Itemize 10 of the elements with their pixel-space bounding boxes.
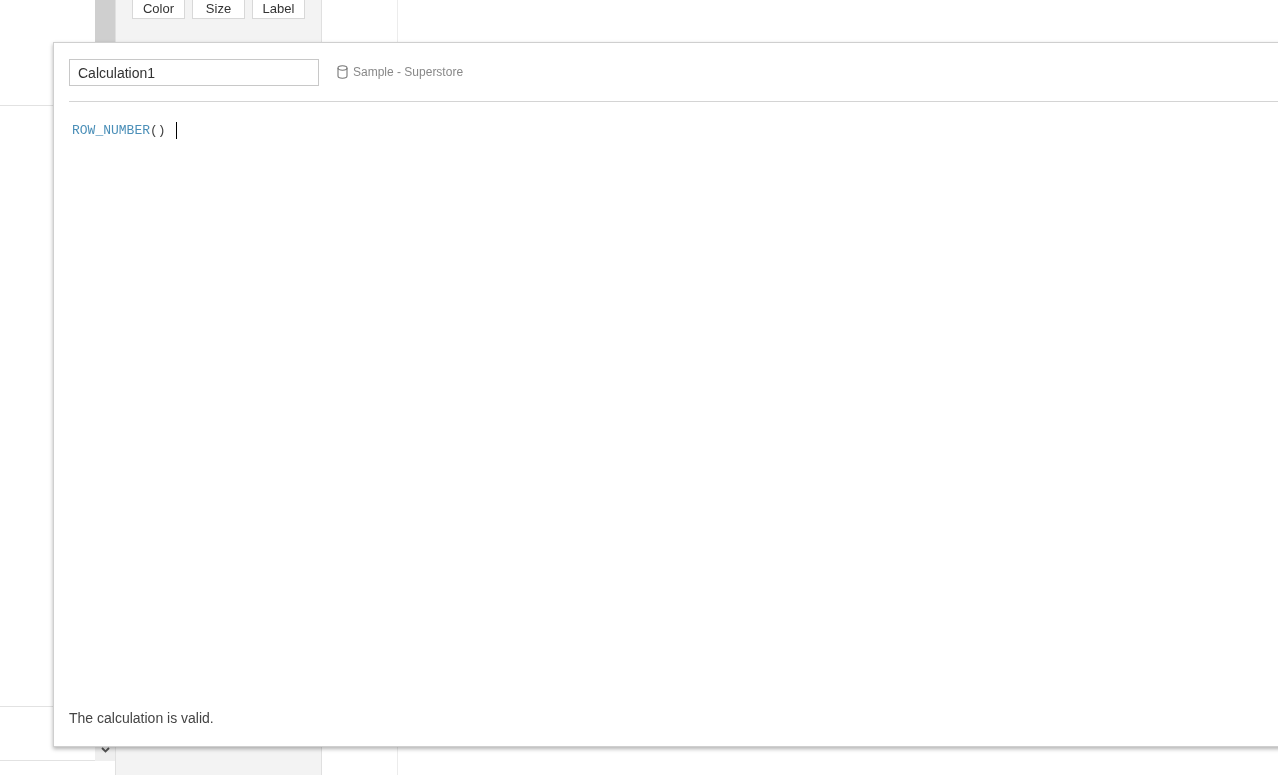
marks-button[interactable]: Color [132, 0, 185, 19]
database-icon [337, 65, 348, 79]
marks-button[interactable]: Size [192, 0, 245, 19]
data-source-name: Sample - Superstore [353, 65, 464, 79]
calculation-name-field[interactable]: Calculation1 [69, 59, 319, 86]
marks-button[interactable]: Label [252, 0, 305, 19]
chevron-down-icon[interactable] [100, 747, 110, 753]
formula-text[interactable]: ROW_NUMBER() [69, 120, 177, 140]
text-cursor [175, 121, 177, 139]
validation-message: The calculation is valid. [69, 710, 215, 728]
